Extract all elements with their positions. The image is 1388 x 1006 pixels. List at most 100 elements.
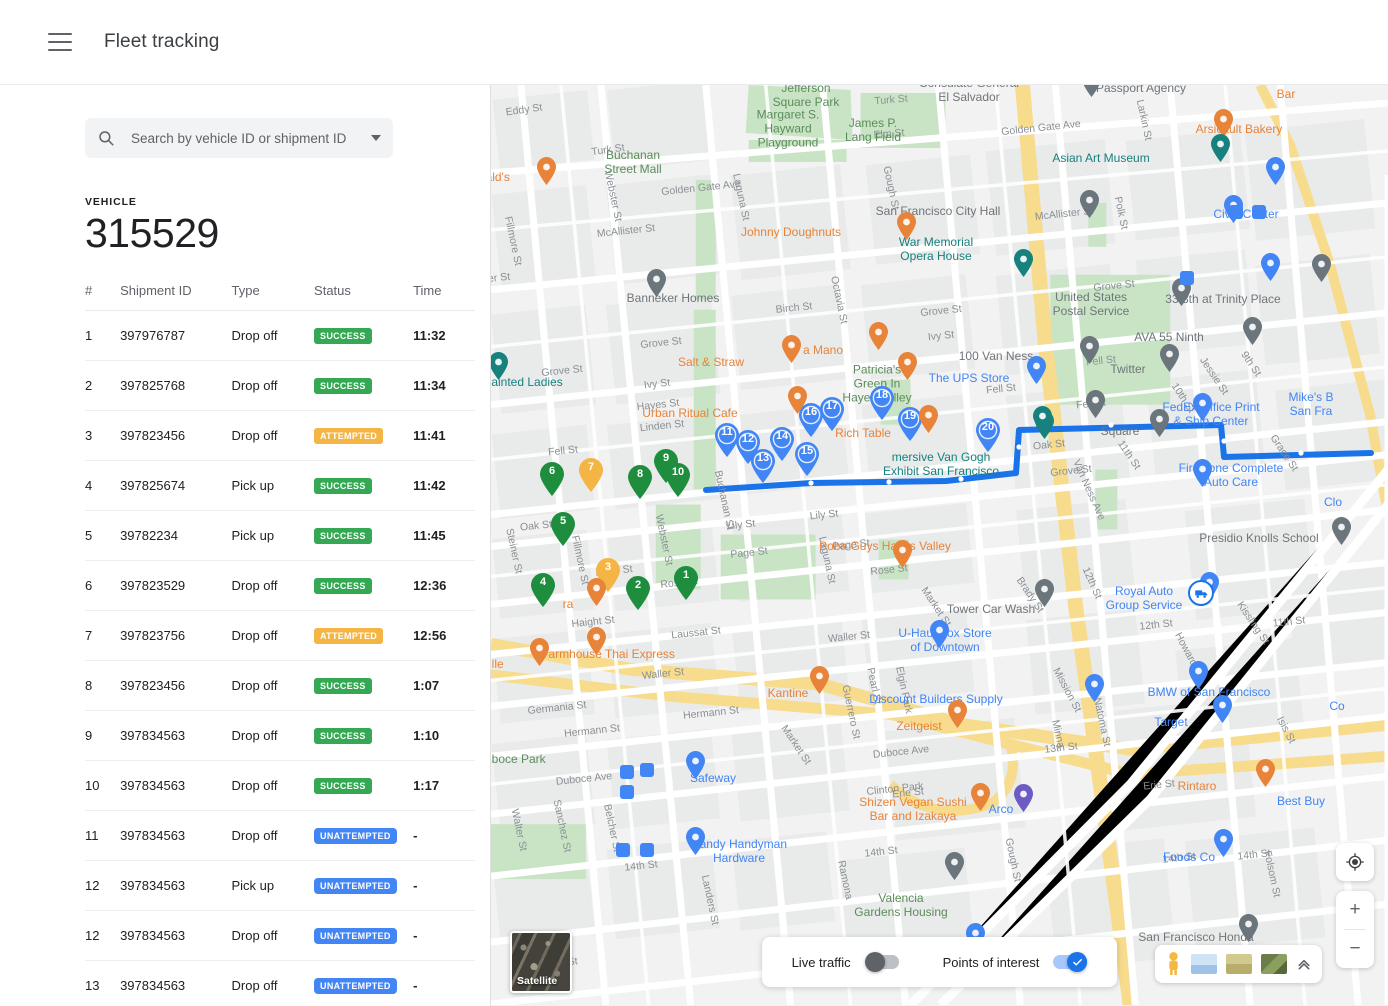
cell-shipment: 397834563	[120, 761, 231, 811]
cell-type: Drop off	[232, 811, 315, 861]
cell-status: SUCCESS	[314, 561, 413, 611]
cell-status: UNATTEMPTED	[314, 861, 413, 911]
points-of-interest-knob	[1067, 952, 1087, 972]
cell-shipment: 397823456	[120, 411, 231, 461]
table-row[interactable]: 3397823456Drop offATTEMPTED11:41	[85, 411, 475, 461]
status-badge: SUCCESS	[314, 578, 372, 594]
status-badge: UNATTEMPTED	[314, 978, 397, 994]
transit-icon[interactable]	[620, 765, 634, 779]
search-input[interactable]	[129, 130, 365, 147]
search-bar[interactable]	[85, 118, 393, 158]
cell-status: UNATTEMPTED	[314, 961, 413, 1006]
chevron-down-icon[interactable]	[371, 135, 381, 141]
table-row[interactable]: 10397834563Drop offSUCCESS 1:17	[85, 761, 475, 811]
transit-icon[interactable]	[640, 843, 654, 857]
map-base-tiles	[491, 85, 1388, 1005]
status-badge: SUCCESS	[314, 328, 372, 344]
live-traffic-switch[interactable]	[865, 955, 899, 969]
table-row[interactable]: 8397823456Drop offSUCCESS1:07	[85, 661, 475, 711]
cell-time: 1:17	[413, 761, 475, 811]
cell-time: -	[413, 911, 475, 961]
table-row[interactable]: 6397823529Drop offSUCCESS12:36	[85, 561, 475, 611]
cell-num: 12	[85, 861, 120, 911]
points-of-interest-switch[interactable]	[1053, 955, 1087, 969]
table-row[interactable]: 13397834563Drop offUNATTEMPTED-	[85, 961, 475, 1006]
cell-time: 11:32	[413, 311, 475, 361]
cell-time: 11:34	[413, 361, 475, 411]
status-badge: SUCCESS	[314, 378, 372, 394]
shipments-table-wrap: # Shipment ID Type Status Time 139797678…	[85, 283, 475, 1006]
cell-shipment: 397976787	[120, 311, 231, 361]
table-row[interactable]: 11397834563Drop offUNATTEMPTED-	[85, 811, 475, 861]
cell-status: UNATTEMPTED	[314, 911, 413, 961]
cell-num: 8	[85, 661, 120, 711]
transit-icon[interactable]	[640, 763, 654, 777]
chevron-up-icon[interactable]	[1296, 956, 1312, 972]
cell-num: 10	[85, 761, 120, 811]
cell-status: SUCCESS	[314, 661, 413, 711]
cell-shipment: 397834563	[120, 811, 231, 861]
transit-icon[interactable]	[1229, 205, 1243, 219]
table-header-row: # Shipment ID Type Status Time	[85, 283, 475, 311]
cell-num: 11	[85, 811, 120, 861]
table-row[interactable]: 4397825674Pick upSUCCESS11:42	[85, 461, 475, 511]
pegman-icon[interactable]	[1165, 951, 1182, 977]
left-panel: VEHICLE 315529 # Shipment ID Type Status…	[0, 85, 490, 1006]
status-badge: SUCCESS	[314, 778, 372, 794]
cell-type: Drop off	[232, 311, 315, 361]
vehicle-position-marker[interactable]	[1188, 580, 1214, 606]
satellite-layer-thumbnail[interactable]: Satellite	[510, 931, 572, 993]
table-row[interactable]: 539782234Pick upSUCCESS11:45	[85, 511, 475, 561]
status-badge: ATTEMPTED	[314, 628, 383, 644]
hamburger-menu-icon[interactable]	[48, 33, 72, 51]
shipments-table: # Shipment ID Type Status Time 139797678…	[85, 283, 475, 1006]
cell-time: -	[413, 861, 475, 911]
table-row[interactable]: 7397823756Drop offATTEMPTED12:56	[85, 611, 475, 661]
cell-type: Drop off	[232, 761, 315, 811]
cell-time: 11:45	[413, 511, 475, 561]
live-traffic-toggle-group[interactable]: Live traffic	[792, 955, 899, 970]
status-badge: SUCCESS	[314, 728, 372, 744]
col-header-num: #	[85, 283, 120, 311]
cell-time: -	[413, 811, 475, 861]
cell-type: Drop off	[232, 561, 315, 611]
cell-type: Drop off	[232, 661, 315, 711]
table-row[interactable]: 2397825768Drop offSUCCESS11:34	[85, 361, 475, 411]
my-location-button[interactable]	[1336, 843, 1374, 881]
table-row[interactable]: 12397834563Pick upUNATTEMPTED-	[85, 861, 475, 911]
transit-icon[interactable]	[1252, 205, 1266, 219]
zoom-out-button[interactable]: −	[1336, 930, 1374, 968]
layer-thumbnail-satellite[interactable]	[1261, 954, 1287, 974]
table-row[interactable]: 1397976787Drop offSUCCESS 11:32	[85, 311, 475, 361]
cell-status: ATTEMPTED	[314, 611, 413, 661]
layer-thumbnail-map[interactable]	[1191, 954, 1217, 974]
cell-type: Pick up	[232, 861, 315, 911]
col-header-status: Status	[314, 283, 413, 311]
points-of-interest-toggle-group[interactable]: Points of interest	[943, 955, 1088, 970]
cell-type: Drop off	[232, 911, 315, 961]
cell-num: 1	[85, 311, 120, 361]
cell-type: Drop off	[232, 961, 315, 1006]
col-header-type: Type	[232, 283, 315, 311]
cell-type: Drop off	[232, 361, 315, 411]
transit-icon[interactable]	[620, 785, 634, 799]
vehicle-id: 315529	[85, 210, 490, 257]
table-row[interactable]: 12397834563Drop offUNATTEMPTED-	[85, 911, 475, 961]
cell-type: Pick up	[232, 461, 315, 511]
transit-icon[interactable]	[1180, 271, 1194, 285]
map-view[interactable]: Eddy StTurk StTurk StElm StGolden Gate A…	[490, 85, 1388, 1006]
cell-shipment: 39782234	[120, 511, 231, 561]
col-header-shipment: Shipment ID	[120, 283, 231, 311]
map-controls: + −	[1336, 843, 1374, 978]
cell-status: SUCCESS	[314, 311, 413, 361]
cell-shipment: 397823756	[120, 611, 231, 661]
cell-shipment: 397834563	[120, 711, 231, 761]
cell-type: Pick up	[232, 511, 315, 561]
check-icon	[1072, 957, 1083, 968]
cell-shipment: 397834563	[120, 861, 231, 911]
zoom-in-button[interactable]: +	[1336, 891, 1374, 929]
table-row[interactable]: 9397834563Drop offSUCCESS1:10	[85, 711, 475, 761]
cell-time: -	[413, 961, 475, 1006]
transit-icon[interactable]	[616, 843, 630, 857]
layer-thumbnail-terrain[interactable]	[1226, 954, 1252, 974]
